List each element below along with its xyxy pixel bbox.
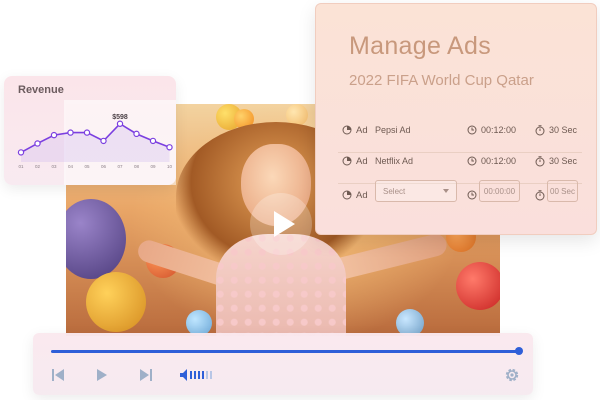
revenue-point[interactable] [67, 129, 74, 136]
new-ad-row: Ad Select 00:00:00 00 Sec [316, 180, 598, 210]
ad-type-icon [342, 156, 352, 166]
ad-time: 00:12:00 [481, 156, 517, 166]
revenue-x-label: 07 [117, 164, 123, 169]
ads-subtitle: 2022 FIFA World Cup Qatar [349, 72, 534, 89]
ad-duration-cell: 30 Sec [535, 146, 577, 176]
settings-button[interactable] [504, 366, 520, 384]
revenue-point[interactable] [166, 144, 173, 151]
timer-icon [535, 155, 545, 166]
ad-name: Netflix Ad [375, 156, 414, 166]
progress-bar[interactable] [51, 350, 519, 353]
revenue-x-label: 10 [167, 164, 173, 169]
ads-title: Manage Ads [349, 32, 491, 60]
timer-icon [535, 124, 545, 135]
revenue-chart: 01 02 03 04 05 06 07 08 09 10 $598 [17, 100, 176, 185]
play-button[interactable] [96, 366, 108, 384]
ad-type-icon [342, 125, 352, 135]
revenue-highlight-label: $598 [112, 114, 128, 121]
skip-forward-button[interactable] [139, 366, 153, 384]
clock-icon [467, 125, 477, 135]
manage-ads-panel: Manage Ads 2022 FIFA World Cup Qatar Ad … [315, 3, 597, 235]
clock-icon [467, 190, 477, 200]
ad-label-cell: Ad [342, 180, 368, 210]
ad-duration-input[interactable]: 00 Sec [547, 180, 578, 202]
chevron-down-icon [443, 189, 449, 193]
balloon [396, 309, 424, 336]
balloon [66, 199, 126, 279]
player-controls [33, 333, 533, 395]
skip-back-icon [52, 369, 64, 381]
ad-label: Ad [356, 124, 368, 136]
ad-row[interactable]: Ad Netflix Ad 00:12:00 30 Sec [316, 146, 598, 184]
revenue-x-label: 05 [84, 164, 90, 169]
ad-select-dropdown[interactable]: Select [375, 180, 457, 202]
ad-duration: 30 Sec [549, 125, 578, 135]
ad-time-cell: 00:12:00 [467, 115, 516, 145]
video-play-button[interactable] [250, 193, 312, 255]
revenue-x-label: 06 [101, 164, 107, 169]
revenue-card: Revenue 01 02 03 04 05 06 07 08 09 10 $598 [4, 76, 176, 185]
revenue-point[interactable] [83, 129, 91, 136]
revenue-point[interactable] [149, 137, 157, 145]
ad-label: Ad [356, 155, 368, 167]
skip-forward-icon [140, 369, 152, 381]
revenue-point[interactable] [100, 137, 107, 145]
volume-button[interactable] [179, 366, 215, 384]
revenue-point[interactable] [116, 120, 124, 127]
balloon [86, 272, 146, 332]
ad-duration-cell: 30 Sec [535, 115, 577, 145]
ad-label-cell: Ad [342, 146, 368, 176]
ad-type-icon [342, 190, 352, 200]
ad-duration: 30 Sec [549, 156, 578, 166]
revenue-x-label: 02 [35, 164, 41, 169]
revenue-point[interactable] [50, 131, 58, 139]
timer-icon [535, 189, 545, 200]
revenue-point[interactable] [17, 149, 25, 156]
revenue-x-label: 08 [134, 164, 140, 169]
ad-time-input[interactable]: 00:00:00 [479, 180, 520, 202]
ad-name: Pepsi Ad [375, 125, 411, 135]
clock-icon [467, 156, 477, 166]
revenue-point[interactable] [133, 130, 140, 138]
skip-back-button[interactable] [51, 366, 65, 384]
revenue-x-label: 03 [51, 164, 57, 169]
ad-row[interactable]: Ad Pepsi Ad 00:12:00 30 Sec [316, 115, 598, 153]
play-icon [274, 211, 295, 237]
progress-handle[interactable] [515, 347, 523, 355]
ad-time: 00:12:00 [481, 125, 517, 135]
revenue-x-label: 04 [68, 164, 74, 169]
revenue-point[interactable] [34, 140, 41, 147]
volume-icon [180, 369, 212, 381]
revenue-x-label: 01 [18, 164, 24, 169]
settings-icon [505, 368, 519, 382]
ad-label: Ad [356, 189, 368, 201]
ad-time-cell: 00:12:00 [467, 146, 516, 176]
ad-label-cell: Ad [342, 115, 368, 145]
ad-select-placeholder: Select [383, 186, 406, 196]
revenue-x-label: 09 [150, 164, 156, 169]
play-icon [97, 369, 107, 381]
balloon [456, 262, 500, 310]
